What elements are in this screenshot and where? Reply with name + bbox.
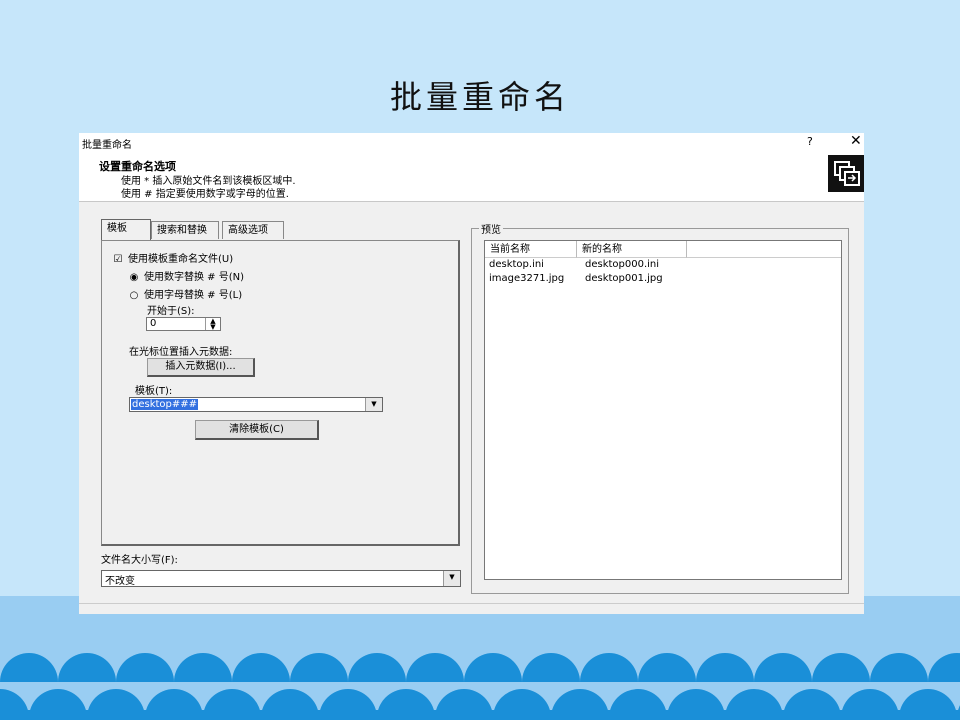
case-combobox[interactable]: 不改变 ▼: [101, 570, 461, 587]
template-combobox[interactable]: desktop### ▼: [129, 397, 383, 412]
wave-scallop: [232, 653, 290, 682]
preview-new-name: desktop000.ini: [585, 259, 660, 270]
wave-scallop: [696, 653, 754, 682]
dialog-bottom-strip: [79, 603, 864, 614]
wave-scallop: [812, 653, 870, 682]
use-template-label: 使用模板重命名文件(U): [128, 254, 234, 265]
rename-icon: [828, 155, 864, 192]
case-label: 文件名大小写(F):: [101, 555, 178, 566]
start-at-stepper[interactable]: 0 ▲ ▼: [146, 317, 221, 331]
title-bar: 批量重命名 ? ✕: [79, 133, 864, 155]
wave-scallop: [754, 653, 812, 682]
column-header-blank: [687, 241, 841, 258]
column-header-current[interactable]: 当前名称: [485, 241, 577, 258]
preview-new-name: desktop001.jpg: [585, 273, 663, 284]
wave-scallop: [406, 653, 464, 682]
radio-unselected-icon: ○: [129, 290, 139, 301]
radio-selected-icon: ◉: [129, 272, 139, 283]
clear-template-button[interactable]: 清除模板(C): [195, 420, 319, 440]
checkbox-check-icon: ☑: [113, 254, 123, 265]
header-line-2: 使用 # 指定要使用数字或字母的位置.: [121, 189, 289, 200]
wave-scallop: [464, 653, 522, 682]
wave-decoration: [0, 653, 960, 720]
wave-scallop: [0, 653, 58, 682]
wave-scallop: [870, 653, 928, 682]
tab-search-replace[interactable]: 搜索和替换: [151, 221, 219, 239]
dialog-header: 设置重命名选项 使用 * 插入原始文件名到该模板区域中. 使用 # 指定要使用数…: [79, 155, 864, 201]
wave-scallop: [116, 653, 174, 682]
wave-scallop: [348, 653, 406, 682]
wave-scallop: [928, 653, 960, 682]
preview-list[interactable]: 当前名称 新的名称 desktop.ini desktop000.ini ima…: [484, 240, 842, 580]
wave-scallop: [522, 653, 580, 682]
insert-meta-label: 在光标位置插入元数据:: [129, 347, 233, 358]
use-letter-radio[interactable]: ○ 使用字母替换 # 号(L): [129, 286, 243, 301]
wave-scallop: [290, 653, 348, 682]
dropdown-arrow-icon[interactable]: ▼: [365, 398, 382, 411]
start-at-label: 开始于(S):: [147, 306, 195, 317]
dialog-title: 批量重命名: [82, 140, 132, 151]
wave-scallop: [58, 653, 116, 682]
column-header-new[interactable]: 新的名称: [577, 241, 687, 258]
preview-label: 预览: [479, 221, 503, 236]
preview-current-name: image3271.jpg: [489, 273, 565, 284]
case-value: 不改变: [105, 576, 135, 587]
preview-current-name: desktop.ini: [489, 259, 544, 270]
stepper-arrows-icon[interactable]: ▲ ▼: [205, 318, 220, 331]
batch-rename-dialog: 批量重命名 ? ✕ 设置重命名选项 使用 * 插入原始文件名到该模板区域中. 使…: [79, 133, 864, 614]
wave-base: [0, 710, 960, 720]
use-letter-label: 使用字母替换 # 号(L): [144, 290, 243, 301]
use-number-label: 使用数字替换 # 号(N): [144, 272, 245, 283]
case-dropdown-arrow-icon[interactable]: ▼: [443, 571, 460, 586]
slide-title: 批量重命名: [389, 78, 570, 116]
wave-scallop: [638, 653, 696, 682]
template-label: 模板(T):: [135, 386, 173, 397]
help-button[interactable]: ?: [807, 135, 813, 148]
tab-advanced[interactable]: 高级选项: [222, 221, 284, 239]
template-value[interactable]: desktop###: [131, 399, 199, 410]
use-number-radio[interactable]: ◉ 使用数字替换 # 号(N): [129, 268, 244, 283]
header-separator: [79, 201, 864, 202]
start-at-value: 0: [150, 318, 157, 329]
wave-scallop: [580, 653, 638, 682]
wave-scallop: [174, 653, 232, 682]
use-template-checkbox[interactable]: ☑ 使用模板重命名文件(U): [113, 250, 234, 265]
close-button[interactable]: ✕: [850, 133, 862, 149]
insert-metadata-button[interactable]: 插入元数据(I)...: [147, 358, 255, 377]
tab-template[interactable]: 模板: [101, 219, 151, 240]
